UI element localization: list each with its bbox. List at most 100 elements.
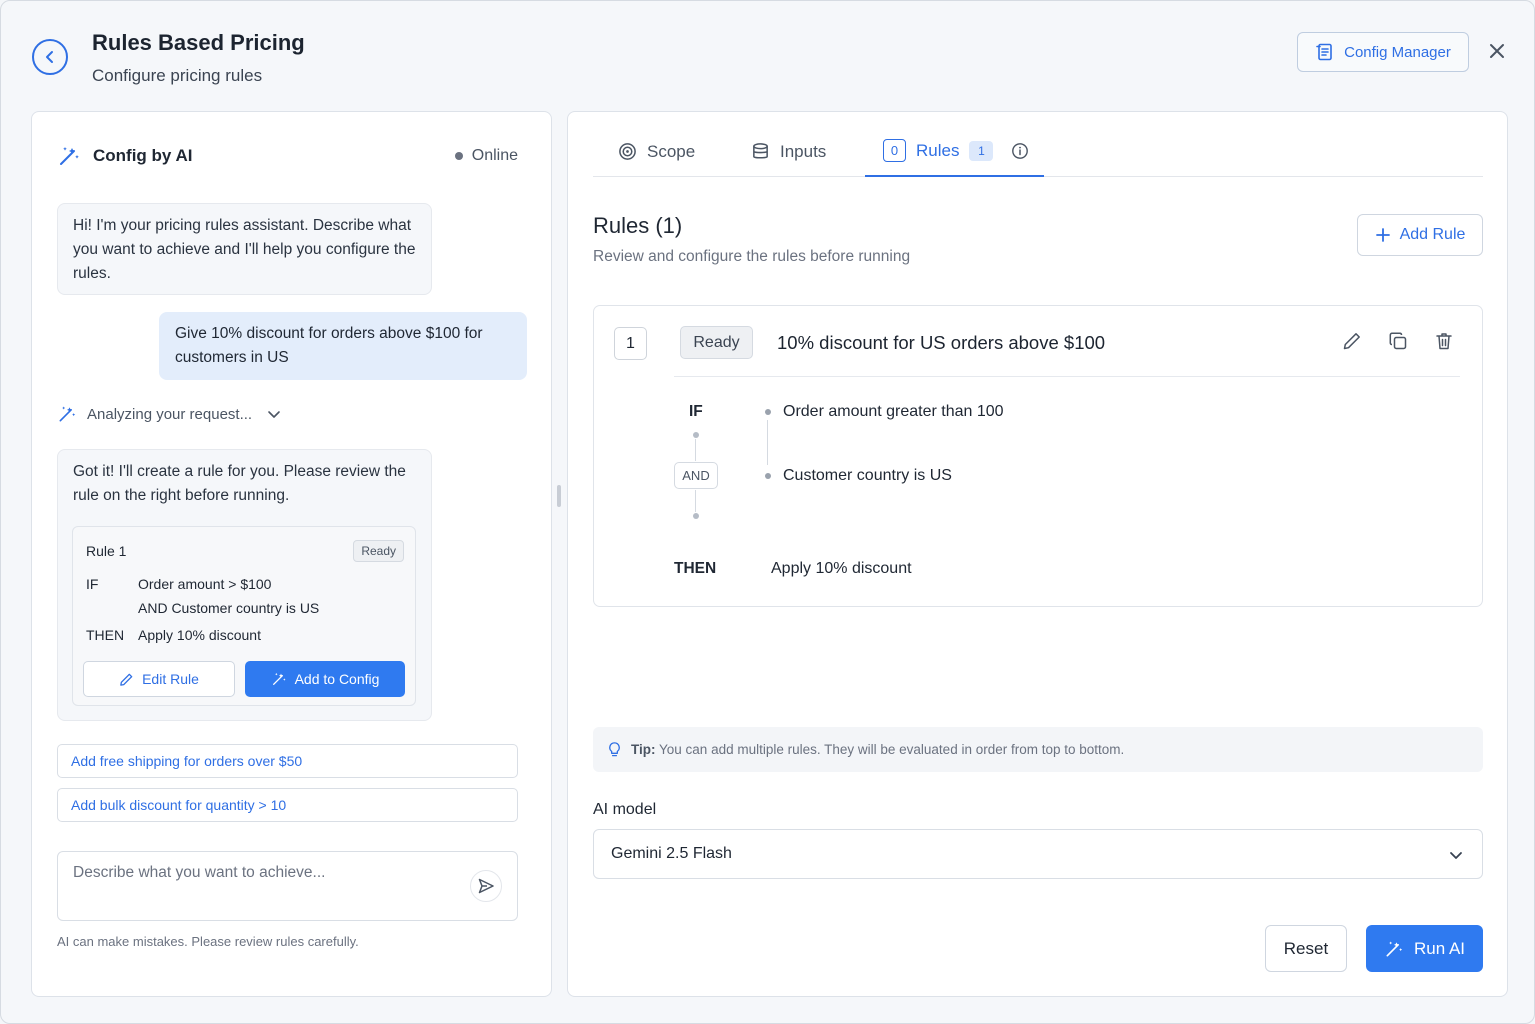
database-icon [753,143,768,159]
condition-1: Order amount greater than 100 [783,403,1004,420]
rules-prefix-count: 0 [883,139,906,162]
rule-item: 1 Ready 10% discount for US orders above… [593,305,1483,607]
magic-wand-icon [1386,941,1403,956]
document-icon [1316,43,1332,61]
rule-action: Apply 10% discount [771,560,912,577]
magic-wand-icon [60,147,79,165]
add-to-config-label: Add to Config [294,671,380,687]
pencil-icon [1343,333,1360,350]
magic-wand-icon [59,406,76,422]
analyzing-label: Analyzing your request... [87,405,253,423]
user-message: Give 10% discount for orders above $100 … [159,312,527,380]
ai-model-label: AI model [593,801,657,818]
rule-preview-then-row: THEN Apply 10% discount [86,627,261,643]
ai-disclaimer: AI can make mistakes. Please review rule… [57,934,359,949]
tip-body: You can add multiple rules. They will be… [659,742,1125,757]
tab-rules[interactable]: 0 Rules 1 [865,126,1044,177]
chat-input[interactable] [73,864,453,882]
copy-icon [1389,332,1407,350]
trash-icon [1436,333,1452,350]
edit-rule-icon-button[interactable] [1342,331,1362,351]
rule-number: 1 [614,327,647,360]
close-icon [1490,44,1504,58]
config-manager-button[interactable]: Config Manager [1297,32,1469,72]
pencil-icon [120,673,133,686]
rule-name: 10% discount for US orders above $100 [777,332,1106,353]
if-keyword: IF [86,576,99,592]
tab-inputs[interactable]: Inputs [751,126,826,177]
magic-wand-icon [272,673,286,685]
ai-model-value: Gemini 2.5 Flash [611,845,732,862]
connector-line [695,439,696,461]
if-keyword: IF [689,403,703,420]
tip-text: Tip: You can add multiple rules. They wi… [631,742,1124,757]
chevron-left-icon [46,51,53,63]
then-action: Apply 10% discount [138,627,261,643]
rule-preview-title: Rule 1 [86,543,127,559]
run-ai-button[interactable]: Run AI [1366,925,1483,972]
tab-rules-label: Rules [916,140,960,160]
tip-label: Tip: [631,742,656,757]
condition-line [767,420,768,465]
send-icon [478,878,494,894]
online-status-label: Online [471,147,518,164]
ai-chat-title: Config by AI [93,146,193,165]
suggestion-chip[interactable]: Add bulk discount for quantity > 10 [57,788,518,822]
dialog-window: Rules Based Pricing Configure pricing ru… [0,0,1535,1024]
ai-model-select[interactable]: Gemini 2.5 Flash [593,829,1483,879]
status-badge: Ready [680,326,753,359]
plus-icon [1375,228,1390,242]
rule-actions [1342,331,1454,351]
reset-button[interactable]: Reset [1265,925,1347,972]
status-badge: Ready [353,540,404,562]
then-keyword: THEN [86,627,125,643]
rule-preview-if-row: IF Order amount > $100 [86,576,271,592]
edit-rule-label: Edit Rule [142,671,199,687]
chat-input-box [57,851,518,921]
duplicate-rule-button[interactable] [1388,331,1408,351]
analyzing-toggle[interactable]: Analyzing your request... [57,404,282,424]
bot-message-intro: Hi! I'm your pricing rules assistant. De… [57,203,432,295]
status-dot [454,152,463,160]
connector-dot [693,513,699,519]
run-ai-label: Run AI [1413,938,1466,958]
panel-resize-handle[interactable] [557,485,561,507]
config-manager-label: Config Manager [1344,43,1451,61]
connector-line [695,490,696,512]
tip-banner: Tip: You can add multiple rules. They wi… [593,727,1483,772]
delete-rule-button[interactable] [1434,331,1454,351]
rules-count-badge: 1 [969,140,994,161]
then-keyword: THEN [674,560,717,577]
info-icon[interactable] [1011,142,1029,160]
tab-bar: Scope Inputs 0 Rules 1 [593,126,1483,177]
add-to-config-button[interactable]: Add to Config [245,661,405,697]
condition-2: Customer country is US [783,467,952,484]
condition-bullet [765,473,771,479]
tab-scope[interactable]: Scope [618,126,695,177]
rules-heading: Rules (1) [593,213,683,238]
page-subtitle: Configure pricing rules [92,66,263,85]
send-button[interactable] [470,870,502,902]
connector-dot [693,432,699,438]
ai-chat-header: Config by AI [57,144,192,168]
condition-bullet [765,409,771,415]
close-button[interactable] [1485,39,1509,63]
if-condition-2: AND Customer country is US [138,600,320,616]
rule-preview-card: Rule 1 Ready IF Order amount > $100 AND C… [72,526,416,706]
suggestion-chip[interactable]: Add free shipping for orders over $50 [57,744,518,778]
and-operator: AND [674,462,718,489]
lightbulb-icon [609,742,620,757]
edit-rule-button[interactable]: Edit Rule [83,661,235,697]
rule-divider [674,376,1460,377]
target-icon [619,143,636,160]
chevron-down-icon [268,411,280,418]
if-condition-1: Order amount > $100 [138,576,272,592]
rules-config-panel: Scope Inputs 0 Rules 1 Rules (1) Review … [567,111,1508,997]
rules-subheading: Review and configure the rules before ru… [593,248,911,265]
online-status: Online [454,147,518,165]
back-button[interactable] [32,39,68,75]
add-rule-button[interactable]: Add Rule [1357,214,1483,256]
bot-reply-text: Got it! I'll create a rule for you. Plea… [73,463,406,504]
ai-chat-panel: Config by AI Online Hi! I'm your pricing… [31,111,552,997]
page-title: Rules Based Pricing [92,30,305,55]
